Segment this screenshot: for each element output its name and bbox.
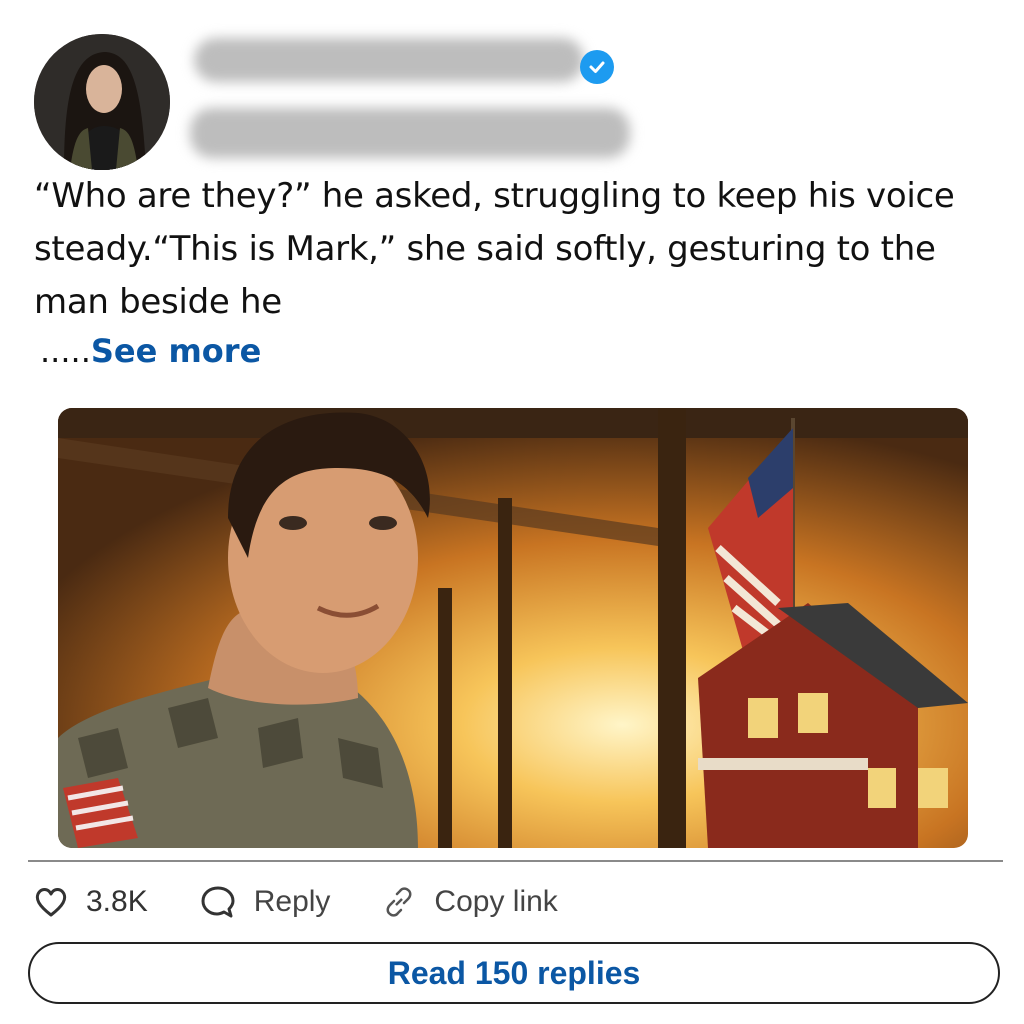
see-more[interactable]: .....See more — [40, 332, 261, 370]
avatar[interactable] — [34, 34, 170, 170]
post-text: “Who are they?” he asked, struggling to … — [34, 176, 955, 322]
see-more-link[interactable]: See more — [91, 332, 261, 370]
like-button[interactable]: 3.8K — [34, 885, 148, 919]
read-replies-label: Read 150 replies — [387, 954, 641, 991]
read-replies-button[interactable]: Read 150 replies — [28, 942, 1000, 1004]
user-name-blurred — [194, 38, 584, 82]
like-count: 3.8K — [86, 885, 148, 918]
verified-badge-icon — [580, 50, 614, 84]
post-header — [34, 34, 994, 170]
copy-link-label: Copy link — [434, 885, 558, 918]
reply-button[interactable]: Reply — [200, 885, 331, 919]
link-icon — [386, 887, 412, 917]
reply-label: Reply — [253, 885, 331, 918]
copy-link-button[interactable]: Copy link — [382, 885, 558, 919]
speech-bubble-icon — [201, 886, 235, 918]
action-bar: 3.8K Reply Copy link — [34, 880, 610, 924]
ellipsis: ..... — [40, 332, 91, 370]
post-image[interactable] — [58, 408, 968, 848]
divider — [28, 860, 1003, 862]
heart-icon — [35, 888, 67, 917]
user-handle-blurred — [190, 108, 630, 158]
